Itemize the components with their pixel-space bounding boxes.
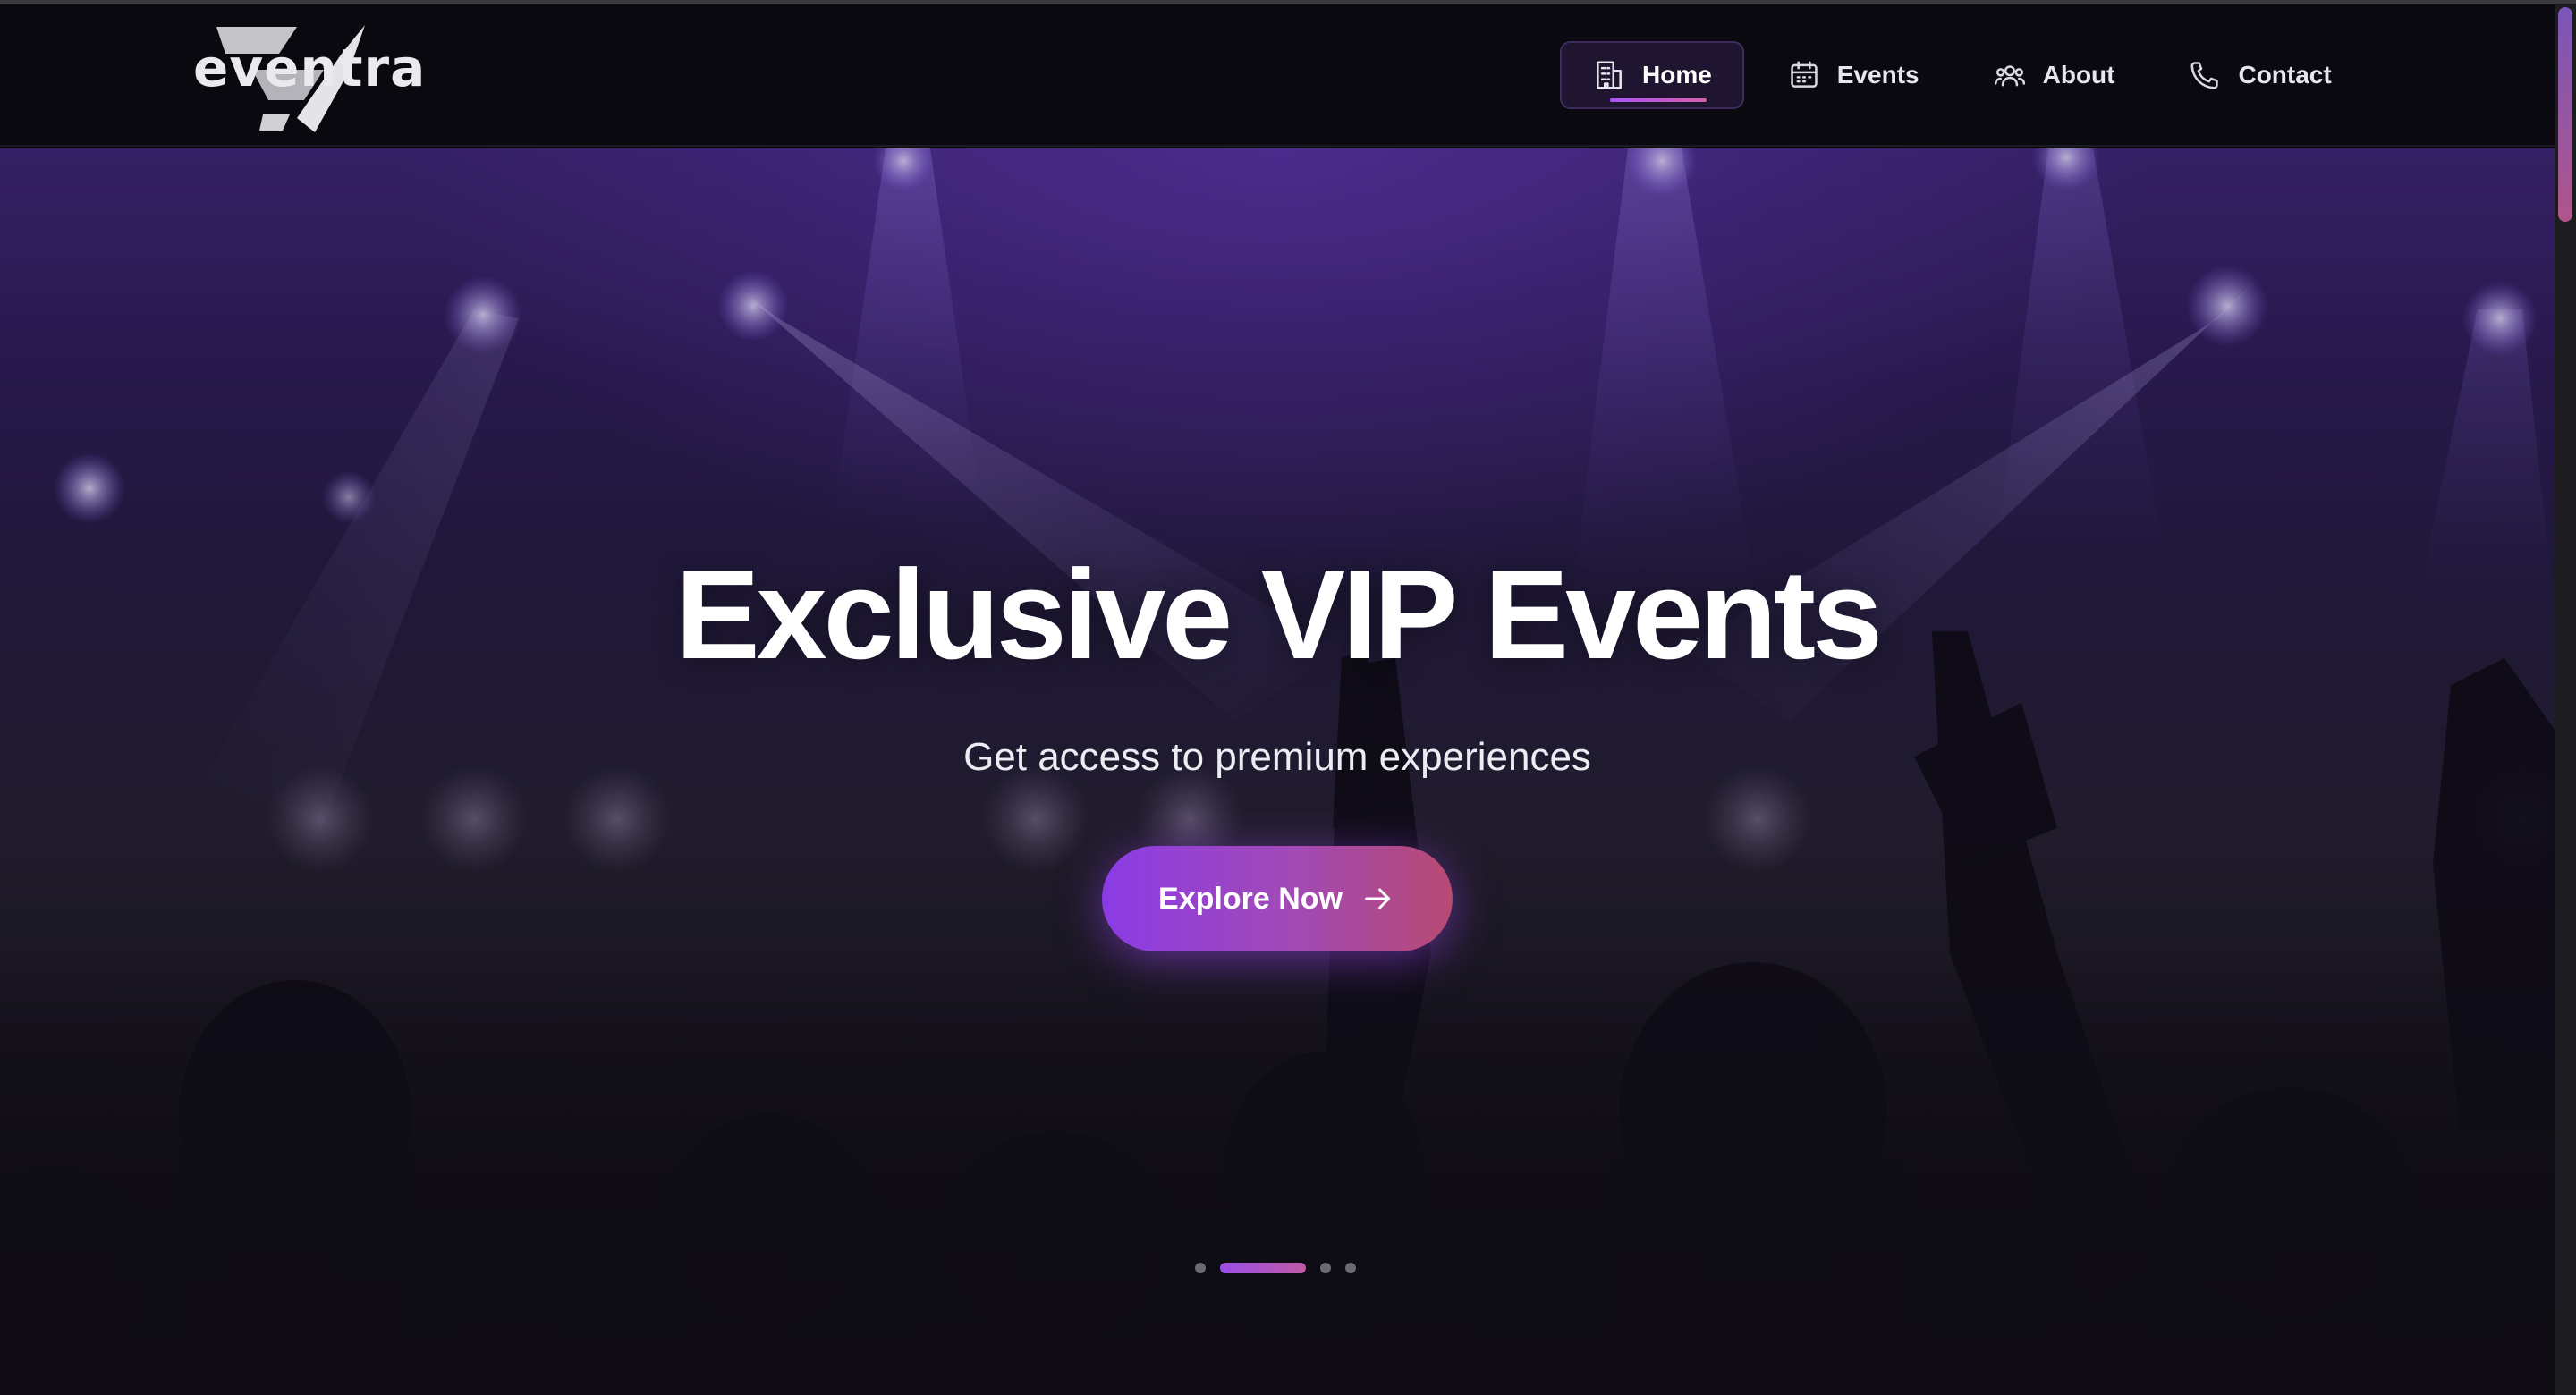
- scrollbar-thumb[interactable]: [2558, 7, 2572, 222]
- hero-subtitle: Get access to premium experiences: [963, 735, 1591, 779]
- explore-now-button[interactable]: Explore Now: [1102, 846, 1453, 951]
- explore-now-label: Explore Now: [1158, 881, 1343, 916]
- brand-logo[interactable]: eventra: [190, 18, 425, 136]
- site-header: eventra Home Events About Contact: [0, 4, 2555, 147]
- carousel-dot-3[interactable]: [1320, 1263, 1331, 1273]
- nav-item-about[interactable]: About: [1962, 41, 2146, 109]
- users-icon: [1993, 58, 2027, 92]
- phone-icon: [2188, 58, 2222, 92]
- nav-item-events[interactable]: Events: [1757, 41, 1950, 109]
- carousel-indicators: [1195, 1263, 1370, 1273]
- nav-item-contact[interactable]: Contact: [2157, 41, 2361, 109]
- hero-section: Exclusive VIP Events Get access to premi…: [0, 148, 2555, 1395]
- nav-item-label: About: [2042, 61, 2115, 89]
- main-nav: Home Events About Contact: [1560, 41, 2362, 109]
- calendar-icon: [1787, 58, 1821, 92]
- brand-logo-text: eventra: [193, 38, 427, 98]
- nav-item-home[interactable]: Home: [1560, 41, 1744, 109]
- nav-item-label: Events: [1836, 61, 1919, 89]
- page: eventra Home Events About Contact Exclus…: [0, 0, 2576, 1395]
- building-icon: [1592, 58, 1626, 92]
- nav-item-label: Contact: [2238, 61, 2332, 89]
- nav-item-label: Home: [1642, 61, 1712, 89]
- carousel-dot-4[interactable]: [1345, 1263, 1356, 1273]
- carousel-dot-1[interactable]: [1195, 1263, 1206, 1273]
- arrow-right-icon: [1360, 881, 1396, 917]
- active-indicator: [1610, 98, 1707, 102]
- page-scrollbar[interactable]: [2555, 4, 2576, 1395]
- hero-title: Exclusive VIP Events: [674, 544, 1883, 686]
- carousel-dot-2-active[interactable]: [1220, 1263, 1306, 1273]
